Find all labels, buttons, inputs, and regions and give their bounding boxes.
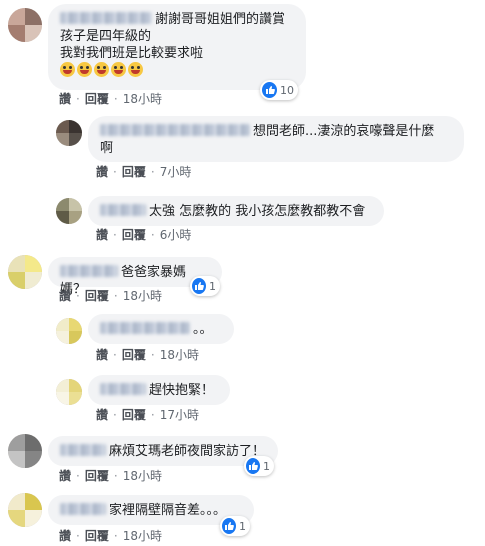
avatar[interactable] <box>56 379 82 405</box>
avatar[interactable] <box>56 120 82 146</box>
grinning-squinting-emoji-icon <box>128 62 143 77</box>
reply-link[interactable]: 回覆 <box>85 90 109 107</box>
reply-link[interactable]: 回覆 <box>85 467 109 484</box>
comment-actions: 讚 · 回覆 · 18小時 <box>59 467 162 484</box>
separator-dot: · <box>113 407 117 422</box>
reaction-number: 1 <box>239 519 246 533</box>
reaction-number: 1 <box>209 279 216 293</box>
comment-text-line: 謝謝哥哥姐姐們的讚賞 <box>155 12 286 27</box>
timestamp[interactable]: 18小時 <box>160 346 199 363</box>
commenter-name[interactable] <box>60 503 106 515</box>
commenter-name[interactable] <box>100 383 146 395</box>
grinning-squinting-emoji-icon <box>77 62 92 77</box>
separator-dot: · <box>76 288 80 303</box>
commenter-name[interactable] <box>60 444 106 456</box>
reaction-count[interactable]: 10 <box>260 80 298 100</box>
like-icon <box>192 278 206 294</box>
reply-link[interactable]: 回覆 <box>85 287 109 304</box>
emoji-row <box>60 62 294 80</box>
avatar[interactable] <box>8 8 42 42</box>
reaction-number: 1 <box>263 459 270 473</box>
reply-link[interactable]: 回覆 <box>122 406 146 423</box>
comment-text-line: 趕快抱緊！ <box>149 383 215 398</box>
comment-bubble: 麻煩艾瑪老師夜間家訪了！ <box>48 436 278 466</box>
reply-link[interactable]: 回覆 <box>122 346 146 363</box>
comment-bubble: 太強 怎麼教的 我小孩怎麼教都教不會 <box>88 196 384 226</box>
commenter-name[interactable] <box>100 322 190 334</box>
avatar[interactable] <box>8 434 42 468</box>
separator-dot: · <box>76 91 80 106</box>
separator-dot: · <box>113 227 117 242</box>
grinning-squinting-emoji-icon <box>94 62 109 77</box>
separator-dot: · <box>150 407 155 422</box>
timestamp[interactable]: 18小時 <box>123 527 162 544</box>
commenter-name[interactable] <box>100 204 146 216</box>
like-link[interactable]: 讚 <box>96 406 108 423</box>
separator-dot: · <box>113 528 118 543</box>
reaction-count[interactable]: 1 <box>244 456 274 476</box>
comment-text-line: 我對我們班是比較要求啦 <box>60 46 204 61</box>
comment-actions: 讚 · 回覆 · 18小時 <box>59 90 162 107</box>
avatar[interactable] <box>56 318 82 344</box>
commenter-name[interactable] <box>60 12 152 24</box>
timestamp[interactable]: 18小時 <box>123 467 162 484</box>
comment-bubble: 。。 <box>88 314 234 344</box>
separator-dot: · <box>150 164 155 179</box>
comment-text-line: 太強 怎麼教的 我小孩怎麼教都教不會 <box>149 204 366 219</box>
comment-bubble: 謝謝哥哥姐姐們的讚賞 孩子是四年級的 我對我們班是比較要求啦 <box>48 4 306 90</box>
comment-text-line: 麻煩艾瑪老師夜間家訪了！ <box>109 444 266 459</box>
comment-actions: 讚 · 回覆 · 7小時 <box>96 163 191 180</box>
commenter-name[interactable] <box>100 124 250 136</box>
like-link[interactable]: 讚 <box>59 90 71 107</box>
avatar[interactable] <box>8 255 42 289</box>
timestamp[interactable]: 18小時 <box>123 287 162 304</box>
comment-actions: 讚 · 回覆 · 18小時 <box>96 346 199 363</box>
comment-actions: 讚 · 回覆 · 18小時 <box>59 527 162 544</box>
comment-bubble: 想問老師...淒涼的哀嚎聲是什麼 啊 <box>88 116 464 162</box>
timestamp[interactable]: 6小時 <box>160 226 192 243</box>
separator-dot: · <box>113 468 118 483</box>
grinning-squinting-emoji-icon <box>60 62 75 77</box>
like-icon <box>262 82 277 98</box>
reaction-count[interactable]: 1 <box>220 516 250 536</box>
like-icon <box>222 518 236 534</box>
reply-link[interactable]: 回覆 <box>122 226 146 243</box>
reaction-number: 10 <box>280 83 294 97</box>
like-link[interactable]: 讚 <box>59 527 71 544</box>
separator-dot: · <box>113 347 117 362</box>
comment-actions: 讚 · 回覆 · 6小時 <box>96 226 191 243</box>
separator-dot: · <box>113 288 118 303</box>
comment-bubble: 趕快抱緊！ <box>88 375 230 405</box>
separator-dot: · <box>150 347 155 362</box>
timestamp[interactable]: 7小時 <box>160 163 192 180</box>
like-link[interactable]: 讚 <box>96 346 108 363</box>
comment-text-line: 啊 <box>100 141 114 156</box>
comment-text-line: 孩子是四年級的 <box>60 29 152 44</box>
grinning-squinting-emoji-icon <box>111 62 126 77</box>
comment-actions: 讚 · 回覆 · 18小時 <box>59 287 162 304</box>
separator-dot: · <box>113 164 117 179</box>
separator-dot: · <box>76 468 80 483</box>
comment-text-line: 想問老師...淒涼的哀嚎聲是什麼 <box>253 124 435 139</box>
commenter-name[interactable] <box>60 265 118 277</box>
avatar[interactable] <box>56 198 82 224</box>
like-icon <box>246 458 260 474</box>
like-link[interactable]: 讚 <box>59 467 71 484</box>
like-link[interactable]: 讚 <box>59 287 71 304</box>
separator-dot: · <box>150 227 155 242</box>
like-link[interactable]: 讚 <box>96 163 108 180</box>
reply-link[interactable]: 回覆 <box>122 163 146 180</box>
separator-dot: · <box>113 91 118 106</box>
avatar[interactable] <box>8 493 42 527</box>
comment-text-line: 。。 <box>193 322 213 337</box>
reply-link[interactable]: 回覆 <box>85 527 109 544</box>
reaction-count[interactable]: 1 <box>190 276 220 296</box>
comment-text-line: 家裡隔壁隔音差。。。 <box>109 503 227 518</box>
timestamp[interactable]: 18小時 <box>123 90 162 107</box>
separator-dot: · <box>76 528 80 543</box>
like-link[interactable]: 讚 <box>96 226 108 243</box>
comment-actions: 讚 · 回覆 · 17小時 <box>96 406 199 423</box>
timestamp[interactable]: 17小時 <box>160 406 199 423</box>
